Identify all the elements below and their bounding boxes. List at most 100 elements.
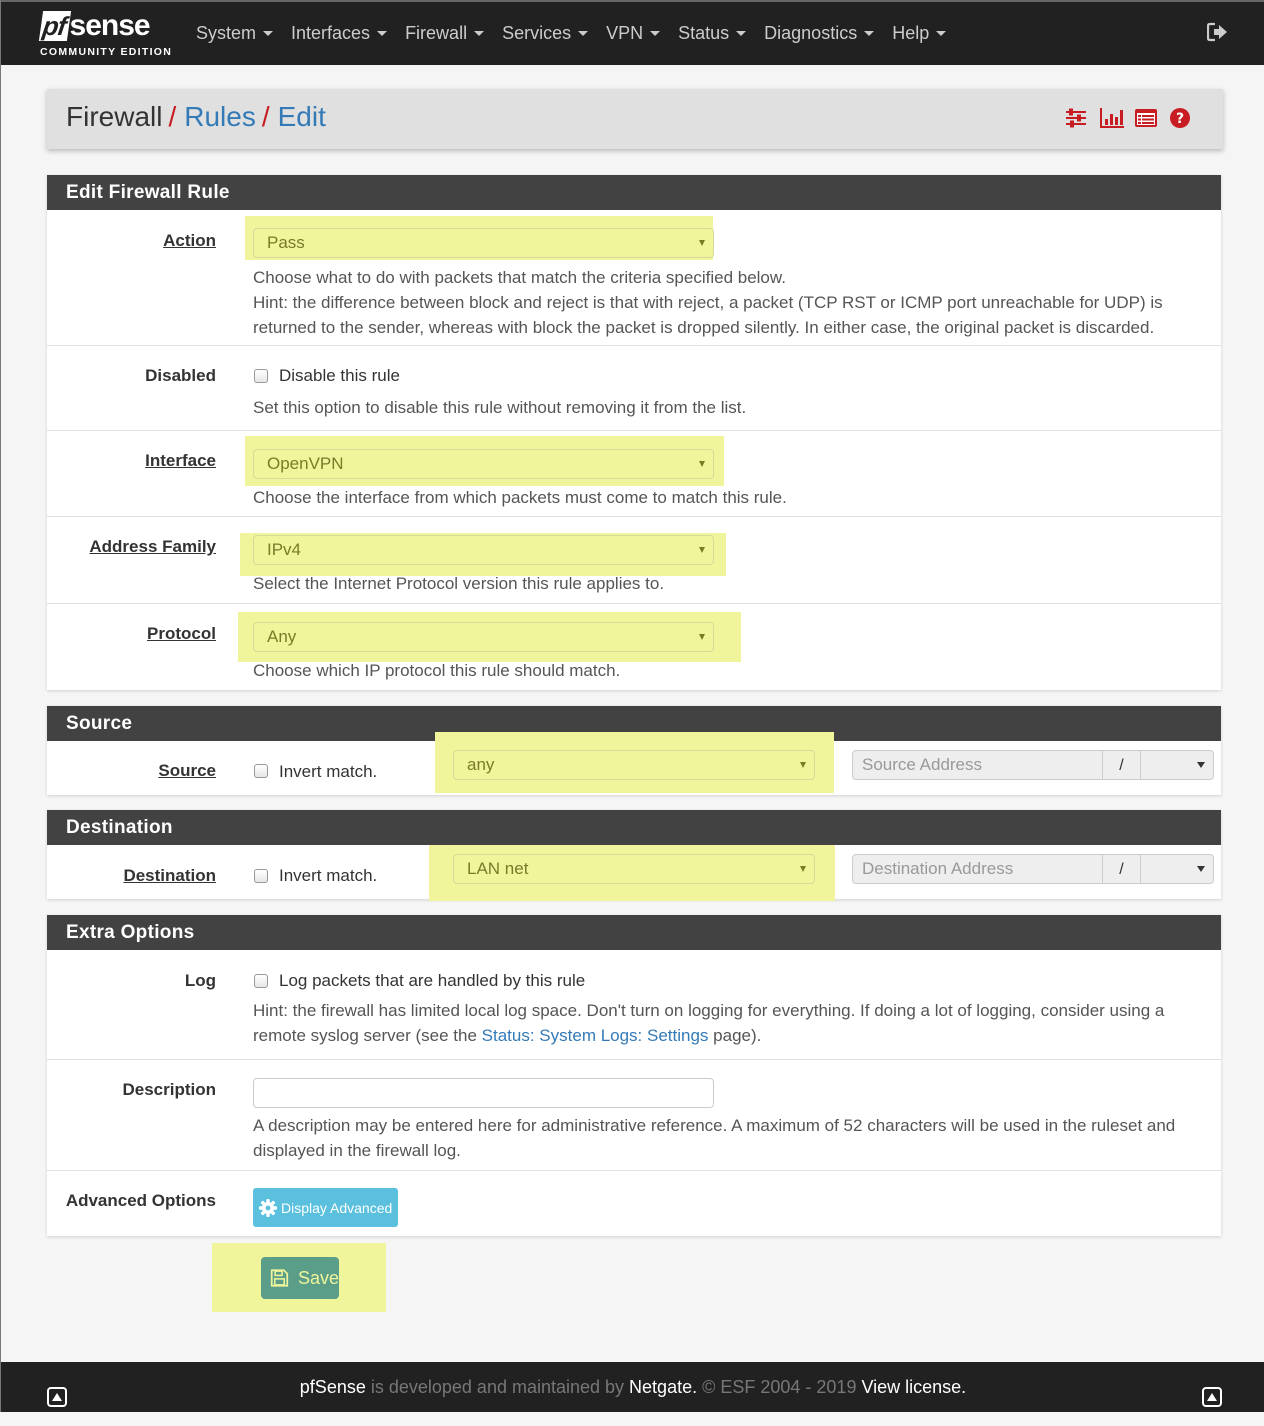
action-row: Action Pass Choose what to do with packe… bbox=[47, 210, 1221, 346]
svg-text:?: ? bbox=[1176, 111, 1184, 127]
menu-vpn[interactable]: VPN bbox=[597, 23, 669, 44]
log-checkbox-label[interactable]: Log packets that are handled by this rul… bbox=[279, 971, 585, 991]
breadcrumb-rules[interactable]: Rules bbox=[184, 101, 256, 133]
breadcrumb-edit[interactable]: Edit bbox=[278, 101, 326, 133]
description-label: Description bbox=[122, 1080, 216, 1099]
display-advanced-button[interactable]: Display Advanced bbox=[253, 1188, 399, 1227]
help-text: Choose what to do with packets that matc… bbox=[253, 268, 786, 287]
interface-help: Choose the interface from which packets … bbox=[253, 488, 787, 507]
menu-services[interactable]: Services bbox=[493, 23, 597, 44]
disabled-help: Set this option to disable this rule wit… bbox=[253, 398, 747, 417]
action-help: Choose what to do with packets that matc… bbox=[253, 265, 1207, 340]
caret-down-icon bbox=[650, 31, 661, 36]
interface-select[interactable]: OpenVPN bbox=[253, 449, 714, 479]
caret-down-icon bbox=[936, 31, 947, 36]
source-label: Source bbox=[158, 761, 216, 780]
caret-down-icon bbox=[474, 31, 485, 36]
advanced-options-label: Advanced Options bbox=[65, 1191, 216, 1210]
breadcrumb-panel: Firewall / Rules / Edit ? bbox=[47, 89, 1223, 149]
protocol-help: Choose which IP protocol this rule shoul… bbox=[253, 661, 621, 680]
disable-rule-checkbox[interactable] bbox=[254, 369, 268, 383]
view-license-link[interactable]: View license. bbox=[861, 1377, 966, 1397]
footer-copyright: © ESF 2004 - 2019 bbox=[697, 1377, 862, 1397]
menu-interfaces[interactable]: Interfaces bbox=[282, 23, 396, 44]
top-navbar: pf sense COMMUNITY EDITION System Interf… bbox=[1, 0, 1264, 65]
address-family-select[interactable]: IPv4 bbox=[253, 535, 714, 565]
protocol-select[interactable]: Any bbox=[253, 622, 714, 652]
list-alt-icon[interactable] bbox=[1134, 107, 1158, 129]
caret-down-icon bbox=[377, 31, 388, 36]
log-help: Hint: the firewall has limited local log… bbox=[253, 998, 1207, 1048]
caret-down-icon bbox=[699, 240, 705, 246]
panel-heading: Destination bbox=[47, 810, 1221, 845]
menu-label: Interfaces bbox=[291, 23, 371, 43]
bar-chart-icon[interactable] bbox=[1099, 107, 1124, 129]
cidr-slash: / bbox=[1102, 854, 1141, 884]
menu-diagnostics[interactable]: Diagnostics bbox=[755, 23, 883, 44]
source-row: Source Invert match. any Source Address … bbox=[47, 732, 1221, 795]
caret-down-icon bbox=[578, 31, 589, 36]
action-label: Action bbox=[163, 231, 216, 250]
menu-label: Diagnostics bbox=[764, 23, 858, 43]
log-checkbox[interactable] bbox=[254, 974, 268, 988]
disable-rule-checkbox-label[interactable]: Disable this rule bbox=[279, 366, 400, 386]
netgate-link[interactable]: Netgate. bbox=[629, 1377, 697, 1397]
footer-product: pfSense bbox=[299, 1377, 366, 1397]
panel-heading: Edit Firewall Rule bbox=[47, 175, 1221, 210]
interface-row: Interface OpenVPN Choose the interface f… bbox=[47, 431, 1221, 517]
caret-down-icon bbox=[800, 762, 806, 768]
source-type-select[interactable]: any bbox=[453, 750, 815, 780]
extra-options-panel: Extra Options Log Log packets that are h… bbox=[47, 915, 1221, 1236]
pfsense-logo[interactable]: pf sense COMMUNITY EDITION bbox=[38, 8, 179, 62]
system-logs-settings-link[interactable]: Status: System Logs: Settings bbox=[482, 1026, 709, 1045]
menu-label: Help bbox=[892, 23, 930, 43]
caret-down-icon bbox=[699, 461, 705, 467]
menu-system[interactable]: System bbox=[187, 23, 282, 44]
description-help: A description may be entered here for ad… bbox=[253, 1116, 1176, 1160]
floppy-disk-icon bbox=[270, 1269, 289, 1287]
description-input[interactable] bbox=[253, 1078, 714, 1108]
button-label: Save bbox=[297, 1267, 339, 1288]
destination-mask-select[interactable] bbox=[1141, 855, 1213, 883]
select-value: any bbox=[467, 755, 495, 774]
source-address-input[interactable]: Source Address bbox=[853, 751, 1102, 779]
source-mask-select[interactable] bbox=[1141, 751, 1213, 779]
select-value: Any bbox=[267, 627, 297, 646]
log-label: Log bbox=[184, 971, 216, 990]
cidr-slash: / bbox=[1102, 750, 1141, 780]
button-label: Display Advanced bbox=[281, 1199, 393, 1216]
destination-address-input[interactable]: Destination Address bbox=[853, 855, 1102, 883]
caret-down-icon bbox=[1197, 866, 1205, 872]
sign-out-icon[interactable] bbox=[1206, 22, 1229, 42]
destination-invert-label[interactable]: Invert match. bbox=[279, 866, 377, 886]
sliders-icon[interactable] bbox=[1064, 107, 1088, 129]
source-invert-checkbox[interactable] bbox=[254, 764, 268, 778]
shortcut-icons: ? bbox=[1064, 107, 1193, 129]
menu-help[interactable]: Help bbox=[883, 23, 955, 44]
menu-label: System bbox=[196, 23, 257, 43]
caret-down-icon bbox=[864, 31, 875, 36]
destination-row: Destination Invert match. LAN net Destin… bbox=[47, 845, 1221, 901]
edit-rule-panel: Edit Firewall Rule Action Pass Choose wh… bbox=[47, 175, 1221, 690]
action-select[interactable]: Pass bbox=[253, 228, 714, 258]
logo-subtitle: COMMUNITY EDITION bbox=[40, 46, 173, 58]
destination-label: Destination bbox=[123, 866, 216, 885]
scroll-top-icon[interactable] bbox=[1202, 1376, 1222, 1407]
menu-label: VPN bbox=[606, 23, 644, 43]
disabled-row: Disabled Disable this rule Set this opti… bbox=[47, 346, 1221, 431]
address-family-label: Address Family bbox=[89, 537, 216, 556]
caret-down-icon bbox=[1197, 762, 1205, 768]
destination-invert-checkbox[interactable] bbox=[254, 869, 268, 883]
menu-firewall[interactable]: Firewall bbox=[396, 23, 493, 44]
scroll-top-icon[interactable] bbox=[47, 1376, 67, 1407]
destination-type-select[interactable]: LAN net bbox=[453, 854, 815, 884]
footer-text: is developed and maintained by bbox=[365, 1377, 630, 1397]
menu-label: Services bbox=[502, 23, 572, 43]
gear-icon bbox=[259, 1198, 277, 1217]
source-invert-label[interactable]: Invert match. bbox=[279, 762, 377, 782]
main-menu: System Interfaces Firewall Services VPN … bbox=[187, 2, 955, 65]
save-button[interactable]: Save bbox=[261, 1257, 339, 1299]
menu-status[interactable]: Status bbox=[669, 23, 755, 44]
interface-label: Interface bbox=[145, 451, 216, 470]
question-circle-icon[interactable]: ? bbox=[1169, 107, 1193, 129]
